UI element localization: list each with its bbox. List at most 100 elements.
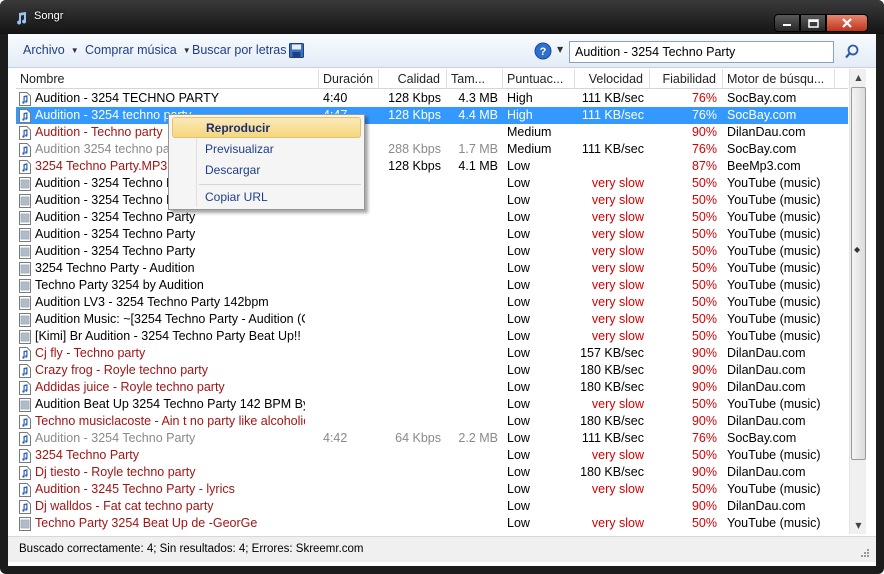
song-title: Audition Beat Up 3254 Techno Party 142 B… — [35, 397, 305, 411]
table-row[interactable]: 3254 Techno Party - Audition Low very slow… — [16, 260, 848, 277]
cell-engine: DilanDau.com — [727, 414, 806, 428]
audio-file-icon — [19, 143, 31, 157]
cell-speed: very slow — [591, 193, 644, 207]
table-row[interactable]: Audition - 3254 Techno Party Low very slow… — [16, 175, 848, 192]
close-button[interactable] — [826, 14, 868, 32]
table-row[interactable]: [Kimi] Br Audition - 3254 Techno Party B… — [16, 328, 848, 345]
table-row[interactable]: Crazy frog - Royle techno party Low 180 KB… — [16, 362, 848, 379]
comprar-musica-menu[interactable]: Comprar música ▼ — [85, 43, 191, 57]
save-icon[interactable] — [289, 43, 304, 58]
cell-speed: very slow — [591, 278, 644, 292]
scroll-up-icon[interactable]: ▲ — [850, 69, 867, 86]
table-row[interactable]: Dj tiesto - Royle techno party Low 180 KB/… — [16, 464, 848, 481]
cell-size — [447, 379, 498, 396]
table-row[interactable]: Audition - 3254 Techno Party Low very slow… — [16, 192, 848, 209]
song-title: Techno musiclacoste - Ain t no party lik… — [35, 414, 305, 428]
maximize-button[interactable] — [800, 14, 826, 32]
menu-item-descargar[interactable]: Descargar — [172, 160, 361, 181]
menu-item-previsualizar[interactable]: Previsualizar — [172, 139, 361, 160]
table-row[interactable]: Audition Music: ~[3254 Techno Party - Au… — [16, 311, 848, 328]
cell-quality — [379, 243, 441, 260]
cell-engine: BeeMp3.com — [727, 159, 801, 173]
cell-quality — [379, 192, 441, 209]
table-row[interactable]: Audition 3254 techno party 288 Kbps 1.7 MB… — [16, 141, 848, 158]
song-title: Audition - 3254 TECHNO PARTY — [35, 91, 220, 105]
audio-file-icon — [19, 466, 31, 480]
cell-duration: 4:40 — [323, 91, 348, 105]
cell-quality — [379, 226, 441, 243]
resize-grip-icon[interactable] — [860, 548, 870, 558]
cell-size — [447, 481, 498, 498]
scroll-down-icon[interactable]: ▼ — [850, 517, 867, 534]
cell-duration — [323, 447, 379, 464]
column-calidad[interactable]: Calidad — [379, 69, 447, 89]
window-title: Songr — [34, 10, 64, 22]
table-row[interactable]: Audition - 3254 Techno Party Low very slow… — [16, 243, 848, 260]
column-velocidad[interactable]: Velocidad — [575, 69, 650, 89]
cell-duration — [323, 209, 379, 226]
cell-rating: Low — [507, 193, 530, 207]
archivo-menu[interactable]: Archivo ▼ — [23, 43, 79, 57]
table-row[interactable]: Audition Beat Up 3254 Techno Party 142 B… — [16, 396, 848, 413]
menu-item-reproducir[interactable]: Reproducir — [172, 117, 361, 138]
table-row[interactable]: Techno Party 3254 by Audition Low very slo… — [16, 277, 848, 294]
cell-quality — [379, 464, 441, 481]
cell-engine: YouTube (music) — [727, 176, 821, 190]
cell-reliability: 50% — [691, 278, 717, 292]
cell-size — [447, 464, 498, 481]
song-title: 3254 Techno Party - Audition — [35, 261, 195, 275]
buscar-por-letras-button[interactable]: Buscar por letras — [192, 43, 286, 57]
table-row[interactable]: Audition LV3 - 3254 Techno Party 142bpm L… — [16, 294, 848, 311]
table-row[interactable]: 3254 Techno Party Low very slow 50% YouTube … — [16, 447, 848, 464]
audio-file-icon — [19, 483, 31, 497]
table-row[interactable]: Techno musiclacoste - Ain t no party lik… — [16, 413, 848, 430]
table-row[interactable]: Audition - 3254 Techno Party 4:42 64 Kbps 2… — [16, 430, 848, 447]
status-text: Buscado correctamente: 4; Sin resultados… — [19, 543, 364, 555]
scroll-thumb[interactable] — [851, 87, 866, 460]
cell-rating: Low — [507, 363, 530, 377]
menu-item-copiar-url[interactable]: Copiar URL — [172, 187, 361, 208]
column-fiabilidad[interactable]: Fiabilidad — [650, 69, 723, 89]
chevron-down-icon[interactable]: ▼ — [557, 45, 563, 54]
cell-reliability: 50% — [691, 329, 717, 343]
cell-quality — [379, 498, 441, 515]
column-nombre[interactable]: Nombre — [16, 69, 319, 89]
table-row[interactable]: Techno Party 3254 Beat Up de -GeorGe Low v… — [16, 515, 848, 532]
cell-size — [447, 498, 498, 515]
table-row[interactable]: Cj fly - Techno party Low 157 KB/sec 90% Dil… — [16, 345, 848, 362]
cell-rating: Low — [507, 397, 530, 411]
svg-text:?: ? — [540, 46, 547, 58]
cell-speed: 180 KB/sec — [580, 380, 644, 394]
table-row[interactable]: 3254 Techno Party.MP3 128 Kbps 4.1 MB Low 87… — [16, 158, 848, 175]
cell-duration: 4:42 — [323, 431, 348, 445]
table-row[interactable]: Dj walldos - Fat cat techno party Low 90% D… — [16, 498, 848, 515]
column-puntuacion[interactable]: Puntuac... — [503, 69, 575, 89]
cell-engine: YouTube (music) — [727, 329, 821, 343]
column-duracion[interactable]: Duración — [319, 69, 379, 89]
cell-speed: very slow — [591, 482, 644, 496]
search-icon[interactable] — [841, 41, 863, 63]
help-icon[interactable]: ? — [534, 42, 552, 60]
table-row[interactable]: Audition - 3254 Techno Party Low very slow… — [16, 209, 848, 226]
video-file-icon — [19, 245, 31, 259]
table-row[interactable]: Audition - 3254 TECHNO PARTY 4:40 128 Kbps… — [16, 90, 848, 107]
cell-speed: very slow — [591, 312, 644, 326]
table-row[interactable]: Audition - Techno party Medium 90% DilanDau… — [16, 124, 848, 141]
column-tamano[interactable]: Tam... — [447, 69, 503, 89]
table-row[interactable]: Addidas juice - Royle techno party Low 180… — [16, 379, 848, 396]
vertical-scrollbar[interactable]: ▲ ◆ ▼ — [849, 69, 866, 534]
cell-duration — [323, 413, 379, 430]
search-input[interactable] — [569, 41, 834, 63]
table-row[interactable]: Audition - 3254 techno party4:47128 Kbps… — [16, 107, 848, 124]
table-row[interactable]: Audition - 3245 Techno Party - lyrics Low… — [16, 481, 848, 498]
title-bar[interactable]: Songr — [0, 0, 884, 34]
cell-size — [447, 209, 498, 226]
cell-engine: YouTube (music) — [727, 448, 821, 462]
song-title: Audition - 3245 Techno Party - lyrics — [35, 482, 235, 496]
table-header: Nombre Duración Calidad Tam... Puntuac..… — [16, 69, 848, 89]
cell-reliability: 50% — [691, 482, 717, 496]
column-motor[interactable]: Motor de búsqu... — [723, 69, 835, 89]
minimize-button[interactable] — [774, 14, 800, 32]
audio-file-icon — [19, 126, 31, 140]
table-row[interactable]: Audition - 3254 Techno Party Low very slow… — [16, 226, 848, 243]
